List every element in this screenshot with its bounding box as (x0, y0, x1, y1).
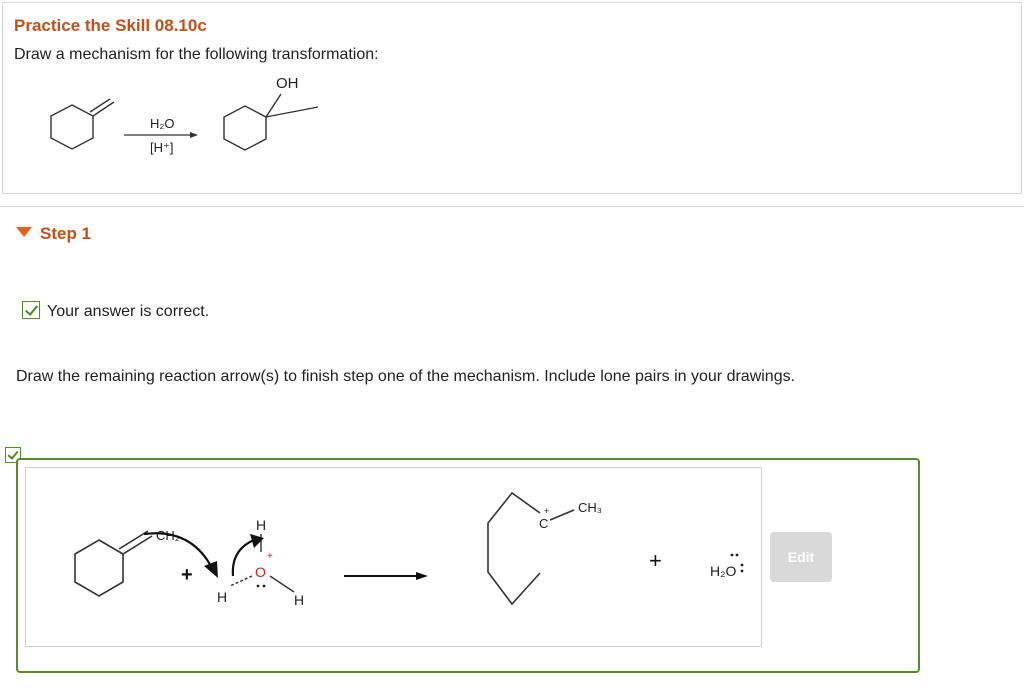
curved-arrow-bond-to-o (231, 538, 255, 577)
carbocation-methyl-bond (549, 509, 575, 521)
question-prompt: Draw a mechanism for the following trans… (14, 46, 379, 63)
curved-arrowhead-1 (204, 561, 218, 578)
carbocation-charge: + (544, 506, 549, 516)
water-label: H₂O (710, 563, 737, 579)
curved-arrowhead-2 (250, 534, 264, 548)
hydronium-h-top: H (256, 517, 266, 533)
exocyclic-double-bond-b (89, 98, 111, 113)
status-text: Your answer is correct. (47, 303, 210, 320)
reaction-scheme: H₂O [H⁺] OH (50, 75, 319, 155)
alkene-bond-b (118, 530, 149, 550)
product-oh-label: OH (276, 75, 299, 92)
mechanism-drawing: CH₂ + H O + H H C + CH₃ + H₂O (25, 467, 762, 647)
section-divider (0, 206, 1024, 207)
hydronium-h-right: H (294, 592, 304, 608)
product-methyl-bond (265, 106, 319, 118)
hydronium-plus-charge: + (267, 551, 273, 562)
hydronium-h-left: H (217, 589, 227, 605)
alkene-ring (74, 539, 124, 597)
exocyclic-double-bond-a (92, 101, 115, 117)
reaction-arrowhead (190, 132, 198, 138)
product-oh-bond (265, 93, 282, 118)
lone-pair-dot (740, 563, 744, 567)
reagent-acid: [H⁺] (150, 140, 173, 155)
correct-check-icon (22, 301, 40, 319)
lone-pair-dot (730, 553, 734, 557)
product-ring (223, 105, 267, 151)
mechanism-arrowhead (416, 572, 428, 580)
carbocation-ring (487, 491, 541, 606)
step-1-toggle[interactable]: Step 1 (16, 224, 91, 244)
edit-button[interactable]: Edit (770, 532, 832, 582)
oh-bond-left (229, 575, 253, 587)
alkene-bond-a (122, 535, 153, 555)
carbocation-c: C (539, 516, 548, 531)
plus-charge-1: + (181, 564, 193, 586)
oh-bond-right (269, 575, 295, 593)
plus-sign: + (649, 548, 662, 573)
answer-status: Your answer is correct. (22, 301, 209, 321)
lone-pair-dot (735, 553, 739, 557)
lone-pair-dot (740, 569, 744, 573)
reagent-water: H₂O (150, 116, 175, 131)
reactant-ring (50, 104, 94, 150)
hydronium-o: O (255, 564, 266, 580)
step-instruction: Draw the remaining reaction arrow(s) to … (16, 368, 796, 385)
ch3-label: CH₃ (578, 500, 602, 515)
lone-pair-dot (262, 584, 266, 588)
step-label: Step 1 (40, 224, 92, 243)
collapse-triangle-icon (16, 227, 32, 237)
mechanism-svg: CH₂ + H O + H H C + CH₃ + H₂O (74, 491, 744, 608)
lone-pair-dot (256, 584, 260, 588)
page-title: Practice the Skill 08.10c (14, 16, 207, 35)
